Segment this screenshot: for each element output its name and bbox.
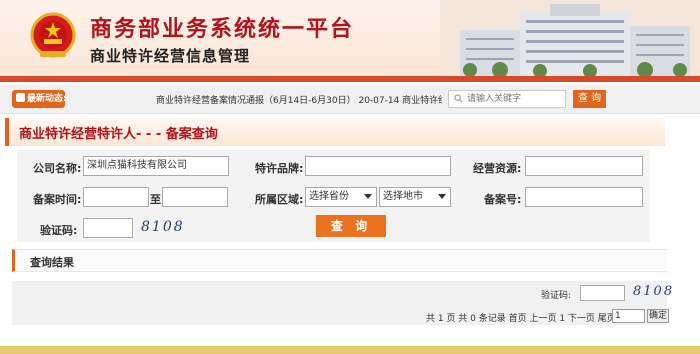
news-ticker-link[interactable]: 商业特许经营备案情况通报（6月14日-6月30日） 20-07-14 商业特许经… xyxy=(156,93,442,106)
section-title: 商业特许经营特许人- - - 备案查询 xyxy=(5,118,665,146)
building-illustration-icon xyxy=(440,0,700,76)
company-name-label: 公司名称: xyxy=(33,162,82,175)
pagination-text: 共 1 页 共 0 条记录 首页 上一页 1 下一页 尾页 xyxy=(426,314,616,324)
site-subtitle: 商业特许经营信息管理 xyxy=(90,47,251,65)
latest-news-label: 最新动态: xyxy=(27,94,67,104)
record-time-label: 备案时间: xyxy=(33,193,82,206)
captcha-input[interactable] xyxy=(83,218,133,238)
results-title: 查询结果 xyxy=(30,256,74,269)
page-number-input[interactable]: 1 xyxy=(612,309,645,323)
news-bar: 最新动态: 商业特许经营备案情况通报（6月14日-6月30日） 20-07-14… xyxy=(0,84,700,114)
brand-input[interactable] xyxy=(305,156,451,176)
company-name-input[interactable]: 深圳点猫科技有限公司 xyxy=(83,156,229,176)
to-label: 至 xyxy=(150,193,161,206)
brand-label: 特许品牌: xyxy=(255,162,304,175)
page-go-button[interactable]: 确定 xyxy=(647,309,669,323)
site-header: 商务部业务系统统一平台 商业特许经营信息管理 xyxy=(0,0,700,82)
province-select[interactable]: 选择省份 xyxy=(305,187,377,207)
record-time-from-input[interactable] xyxy=(83,187,149,207)
captcha-label: 验证码: xyxy=(40,224,78,237)
province-select-value: 选择省份 xyxy=(309,191,349,202)
query-button[interactable]: 查 询 xyxy=(316,215,386,237)
results-header: 查询结果 xyxy=(12,249,667,272)
record-no-label: 备案号: xyxy=(484,193,522,206)
chevron-down-icon xyxy=(438,194,446,199)
record-no-input[interactable] xyxy=(525,187,643,207)
section-title-text: 商业特许经营特许人- - - 备案查询 xyxy=(19,127,218,142)
captcha-image[interactable]: 8108 xyxy=(141,219,185,235)
keyword-search-button[interactable]: 查 询 xyxy=(573,90,606,108)
results-captcha-input[interactable] xyxy=(580,285,625,301)
chevron-down-icon xyxy=(364,194,372,199)
national-emblem-icon xyxy=(30,12,76,58)
resource-label: 经营资源: xyxy=(473,162,522,175)
footer-bar xyxy=(0,346,700,354)
region-label: 所属区域: xyxy=(255,193,304,206)
news-icon xyxy=(16,93,25,102)
results-captcha-image[interactable]: 8108 xyxy=(633,284,674,299)
search-icon xyxy=(454,94,463,103)
city-select[interactable]: 选择地市 xyxy=(379,187,451,207)
results-captcha-label: 验证码: xyxy=(541,291,572,301)
record-time-to-input[interactable] xyxy=(162,187,228,207)
site-title: 商务部业务系统统一平台 xyxy=(90,16,355,42)
page: 商务部业务系统统一平台 商业特许经营信息管理 最新动态: 商业特许经营备案情况通… xyxy=(0,0,700,354)
city-select-value: 选择地市 xyxy=(383,191,423,202)
resource-input[interactable] xyxy=(525,156,643,176)
latest-news-tag: 最新动态: xyxy=(12,90,67,108)
keyword-search-input[interactable] xyxy=(448,90,566,108)
header-divider xyxy=(0,76,700,82)
